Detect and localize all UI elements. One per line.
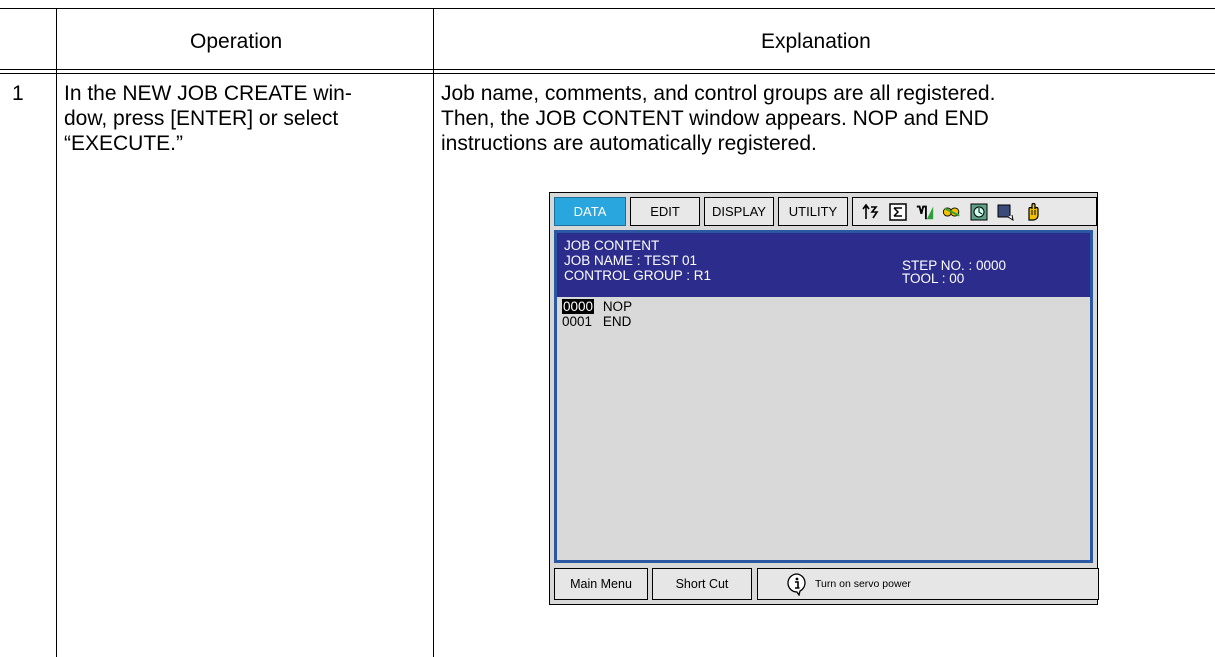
- job-content-panel: JOB CONTENT JOB NAME : TEST 01 CONTROL G…: [554, 230, 1093, 563]
- play-mode-icon: [996, 202, 1016, 222]
- job-content-header: JOB CONTENT JOB NAME : TEST 01 CONTROL G…: [557, 233, 1090, 297]
- operation-line: “EXECUTE.”: [64, 132, 184, 155]
- info-icon: [785, 572, 809, 596]
- line-number: 0001: [562, 314, 593, 329]
- header-separator-1: [0, 69, 1215, 70]
- servo-icon: [969, 202, 989, 222]
- explanation-line: Job name, comments, and control groups a…: [441, 82, 996, 105]
- cycle-icon: [861, 202, 881, 222]
- pendant-screen: DATA EDIT DISPLAY UTILITY JOB CONTENT JO…: [549, 192, 1099, 605]
- explanation-line: instructions are automatically registere…: [441, 132, 817, 155]
- job-name-label: JOB NAME : TEST 01: [564, 253, 698, 268]
- main-menu-button[interactable]: Main Menu: [554, 568, 648, 600]
- control-group-label: CONTROL GROUP : R1: [564, 268, 712, 283]
- operation-line: In the NEW JOB CREATE win-: [64, 82, 352, 105]
- step-number: 1: [12, 82, 24, 105]
- status-icons: [852, 197, 1097, 226]
- line-number: 0000: [562, 299, 595, 314]
- message-area: Turn on servo power: [757, 568, 1099, 600]
- menu-bar: DATA EDIT DISPLAY UTILITY: [554, 197, 1097, 227]
- key-icon: [942, 202, 962, 222]
- job-lines: 0000 NOP 0001 END: [562, 299, 632, 329]
- menu-display[interactable]: DISPLAY: [704, 197, 774, 226]
- short-cut-button[interactable]: Short Cut: [652, 568, 752, 600]
- job-line[interactable]: 0001 END: [562, 314, 632, 329]
- operation-text: In the NEW JOB CREATE win- dow, press [E…: [64, 81, 352, 156]
- explanation-text: Job name, comments, and control groups a…: [441, 81, 995, 156]
- line-instruction: END: [602, 314, 632, 329]
- menu-data[interactable]: DATA: [554, 197, 626, 226]
- operation-header: Operation: [190, 30, 283, 53]
- column-divider-right: [433, 8, 434, 657]
- job-line[interactable]: 0000 NOP: [562, 299, 632, 314]
- line-instruction: NOP: [602, 299, 633, 314]
- operation-line: dow, press [ENTER] or select: [64, 107, 339, 130]
- status-message: Turn on servo power: [815, 578, 911, 590]
- menu-utility[interactable]: UTILITY: [778, 197, 848, 226]
- explanation-line: Then, the JOB CONTENT window appears. NO…: [441, 107, 989, 130]
- header-separator-2: [0, 73, 1215, 74]
- step-icon: [888, 202, 908, 222]
- panel-title: JOB CONTENT: [564, 238, 660, 253]
- robot-icon: [915, 202, 935, 222]
- bottom-bar: Main Menu Short Cut Turn on servo power: [554, 568, 1099, 600]
- table-top-rule: [0, 8, 1215, 9]
- menu-edit[interactable]: EDIT: [630, 197, 700, 226]
- column-divider-left: [56, 8, 57, 657]
- tool-label: TOOL : 00: [902, 271, 965, 286]
- explanation-header: Explanation: [761, 30, 871, 53]
- hand-icon: [1023, 202, 1043, 222]
